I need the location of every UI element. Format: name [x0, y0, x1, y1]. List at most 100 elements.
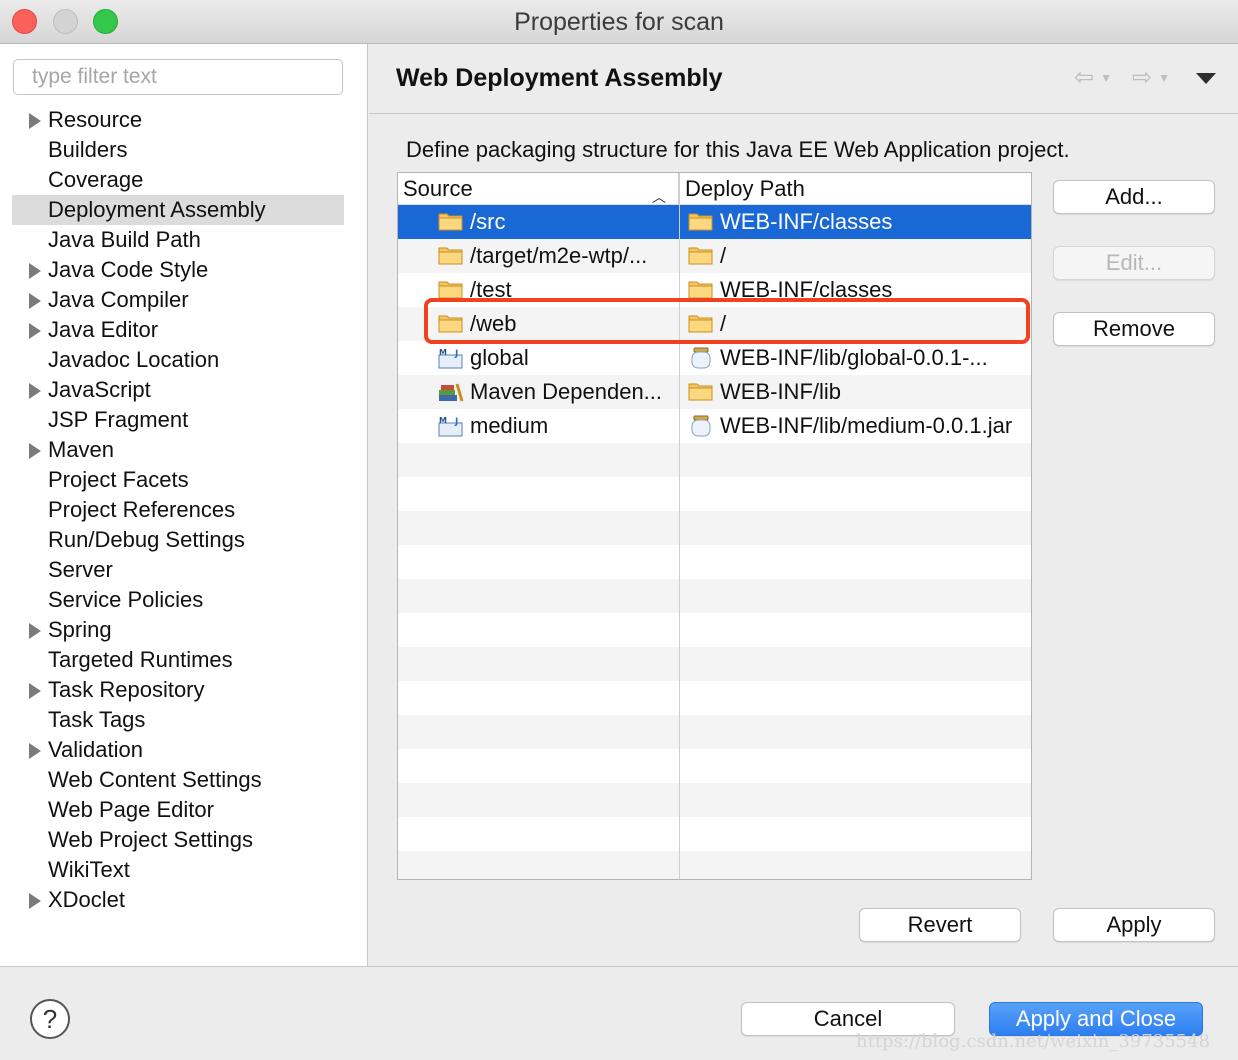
- sidebar: Resource Builders Coverage Deployment Assem…: [0, 44, 368, 966]
- sidebar-item-builders[interactable]: Builders: [12, 135, 344, 165]
- svg-text:J: J: [454, 417, 458, 427]
- folder-icon: [438, 313, 464, 333]
- svg-text:M: M: [439, 416, 447, 425]
- watermark-text: https://blog.csdn.net/weixin_39735548: [856, 1031, 1211, 1052]
- sidebar-item-javadoc-location[interactable]: Javadoc Location: [12, 345, 344, 375]
- edit-button[interactable]: Edit...: [1053, 246, 1215, 280]
- sidebar-item-deployment-assembly[interactable]: Deployment Assembly: [12, 195, 344, 225]
- sidebar-item-targeted-runtimes[interactable]: Targeted Runtimes: [12, 645, 344, 675]
- sidebar-item-validation[interactable]: Validation: [12, 735, 344, 765]
- sidebar-item-label: Run/Debug Settings: [48, 527, 245, 552]
- source-cell: /test: [438, 273, 676, 307]
- page-description: Define packaging structure for this Java…: [406, 137, 1070, 162]
- sidebar-item-label: Validation: [48, 737, 143, 762]
- sidebar-item-server[interactable]: Server: [12, 555, 344, 585]
- expand-arrow-icon[interactable]: [29, 293, 41, 309]
- sidebar-item-spring[interactable]: Spring: [12, 615, 344, 645]
- sidebar-item-java-compiler[interactable]: Java Compiler: [12, 285, 344, 315]
- table-header: Source ︿ Deploy Path: [398, 173, 1031, 205]
- table-row[interactable]: /test WEB-INF/classes: [398, 273, 1031, 307]
- revert-button[interactable]: Revert: [859, 908, 1021, 942]
- filter-input[interactable]: [13, 59, 343, 95]
- deployment-table[interactable]: Source ︿ Deploy Path /src WEB-INF/classes…: [397, 172, 1032, 880]
- source-path-text: global: [470, 345, 529, 370]
- sidebar-item-resource[interactable]: Resource: [12, 105, 344, 135]
- sidebar-item-task-repository[interactable]: Task Repository: [12, 675, 344, 705]
- sidebar-item-label: Spring: [48, 617, 112, 642]
- remove-button[interactable]: Remove: [1053, 312, 1215, 346]
- expand-arrow-icon[interactable]: [29, 623, 41, 639]
- folder-icon: [688, 381, 714, 401]
- table-row[interactable]: /web /: [398, 307, 1031, 341]
- source-path-text: /src: [470, 209, 506, 234]
- page-title: Web Deployment Assembly: [396, 64, 723, 92]
- sidebar-item-label: Project Facets: [48, 467, 189, 492]
- expand-arrow-icon[interactable]: [29, 263, 41, 279]
- sidebar-item-wikitext[interactable]: WikiText: [12, 855, 344, 885]
- sidebar-item-maven[interactable]: Maven: [12, 435, 344, 465]
- sidebar-item-xdoclet[interactable]: XDoclet: [12, 885, 344, 915]
- sidebar-item-java-build-path[interactable]: Java Build Path: [12, 225, 344, 255]
- back-dropdown-icon[interactable]: ▼: [1100, 71, 1112, 85]
- expand-arrow-icon[interactable]: [29, 743, 41, 759]
- sidebar-item-javascript[interactable]: JavaScript: [12, 375, 344, 405]
- folder-icon: [688, 279, 714, 299]
- folder-icon: [688, 245, 714, 265]
- sidebar-item-label: Web Page Editor: [48, 797, 214, 822]
- sidebar-item-web-project-settings[interactable]: Web Project Settings: [12, 825, 344, 855]
- sidebar-item-label: Service Policies: [48, 587, 204, 612]
- table-row: [398, 749, 1031, 783]
- sidebar-item-coverage[interactable]: Coverage: [12, 165, 344, 195]
- sidebar-item-run-debug-settings[interactable]: Run/Debug Settings: [12, 525, 344, 555]
- source-path-text: /web: [470, 311, 517, 336]
- table-body: /src WEB-INF/classes/target/m2e-wtp/... / /…: [398, 205, 1031, 879]
- table-row[interactable]: M Jglobal WEB-INF/lib/global-0.0.1-...: [398, 341, 1031, 375]
- sidebar-item-jsp-fragment[interactable]: JSP Fragment: [12, 405, 344, 435]
- sidebar-item-label: Java Compiler: [48, 287, 189, 312]
- column-header-deploy-path[interactable]: Deploy Path: [680, 173, 1031, 205]
- sidebar-item-project-references[interactable]: Project References: [12, 495, 344, 525]
- column-header-source[interactable]: Source ︿: [398, 173, 679, 205]
- help-icon[interactable]: ?: [30, 999, 70, 1039]
- forward-arrow-icon[interactable]: ⇨: [1132, 66, 1152, 90]
- expand-arrow-icon[interactable]: [29, 383, 41, 399]
- table-row[interactable]: M Jmedium WEB-INF/lib/medium-0.0.1.jar: [398, 409, 1031, 443]
- expand-arrow-icon[interactable]: [29, 113, 41, 129]
- view-menu-icon[interactable]: [1196, 72, 1216, 84]
- back-arrow-icon[interactable]: ⇦: [1074, 66, 1094, 90]
- apply-button[interactable]: Apply: [1053, 908, 1215, 942]
- svg-text:M: M: [439, 348, 447, 357]
- expand-arrow-icon[interactable]: [29, 323, 41, 339]
- sidebar-item-label: JavaScript: [48, 377, 151, 402]
- svg-text:J: J: [454, 349, 458, 359]
- source-path-text: Maven Dependen...: [470, 379, 663, 404]
- table-row[interactable]: /target/m2e-wtp/... /: [398, 239, 1031, 273]
- deploy-path-text: /: [720, 311, 727, 336]
- sidebar-item-service-policies[interactable]: Service Policies: [12, 585, 344, 615]
- table-row: [398, 443, 1031, 477]
- sidebar-item-project-facets[interactable]: Project Facets: [12, 465, 344, 495]
- sidebar-item-java-code-style[interactable]: Java Code Style: [12, 255, 344, 285]
- sidebar-item-label: Project References: [48, 497, 236, 522]
- deploy-path-cell: WEB-INF/lib: [688, 375, 1028, 409]
- add-button[interactable]: Add...: [1053, 180, 1215, 214]
- expand-arrow-icon[interactable]: [29, 443, 41, 459]
- source-cell: M Jmedium: [438, 409, 676, 443]
- deploy-path-cell: WEB-INF/lib/medium-0.0.1.jar: [688, 409, 1028, 443]
- sidebar-item-web-content-settings[interactable]: Web Content Settings: [12, 765, 344, 795]
- forward-dropdown-icon[interactable]: ▼: [1158, 71, 1170, 85]
- sidebar-item-task-tags[interactable]: Task Tags: [12, 705, 344, 735]
- expand-arrow-icon[interactable]: [29, 893, 41, 909]
- table-row[interactable]: /src WEB-INF/classes: [398, 205, 1031, 239]
- sidebar-item-java-editor[interactable]: Java Editor: [12, 315, 344, 345]
- maven-project-icon: MJ: [438, 347, 464, 369]
- source-path-text: /target/m2e-wtp/...: [470, 243, 648, 268]
- column-header-source-label: Source: [403, 176, 473, 201]
- table-row[interactable]: Maven Dependen... WEB-INF/lib: [398, 375, 1031, 409]
- sidebar-item-label: Java Build Path: [48, 227, 201, 252]
- expand-arrow-icon[interactable]: [29, 683, 41, 699]
- table-row: [398, 477, 1031, 511]
- table-row: [398, 647, 1031, 681]
- sidebar-item-web-page-editor[interactable]: Web Page Editor: [12, 795, 344, 825]
- table-row: [398, 613, 1031, 647]
